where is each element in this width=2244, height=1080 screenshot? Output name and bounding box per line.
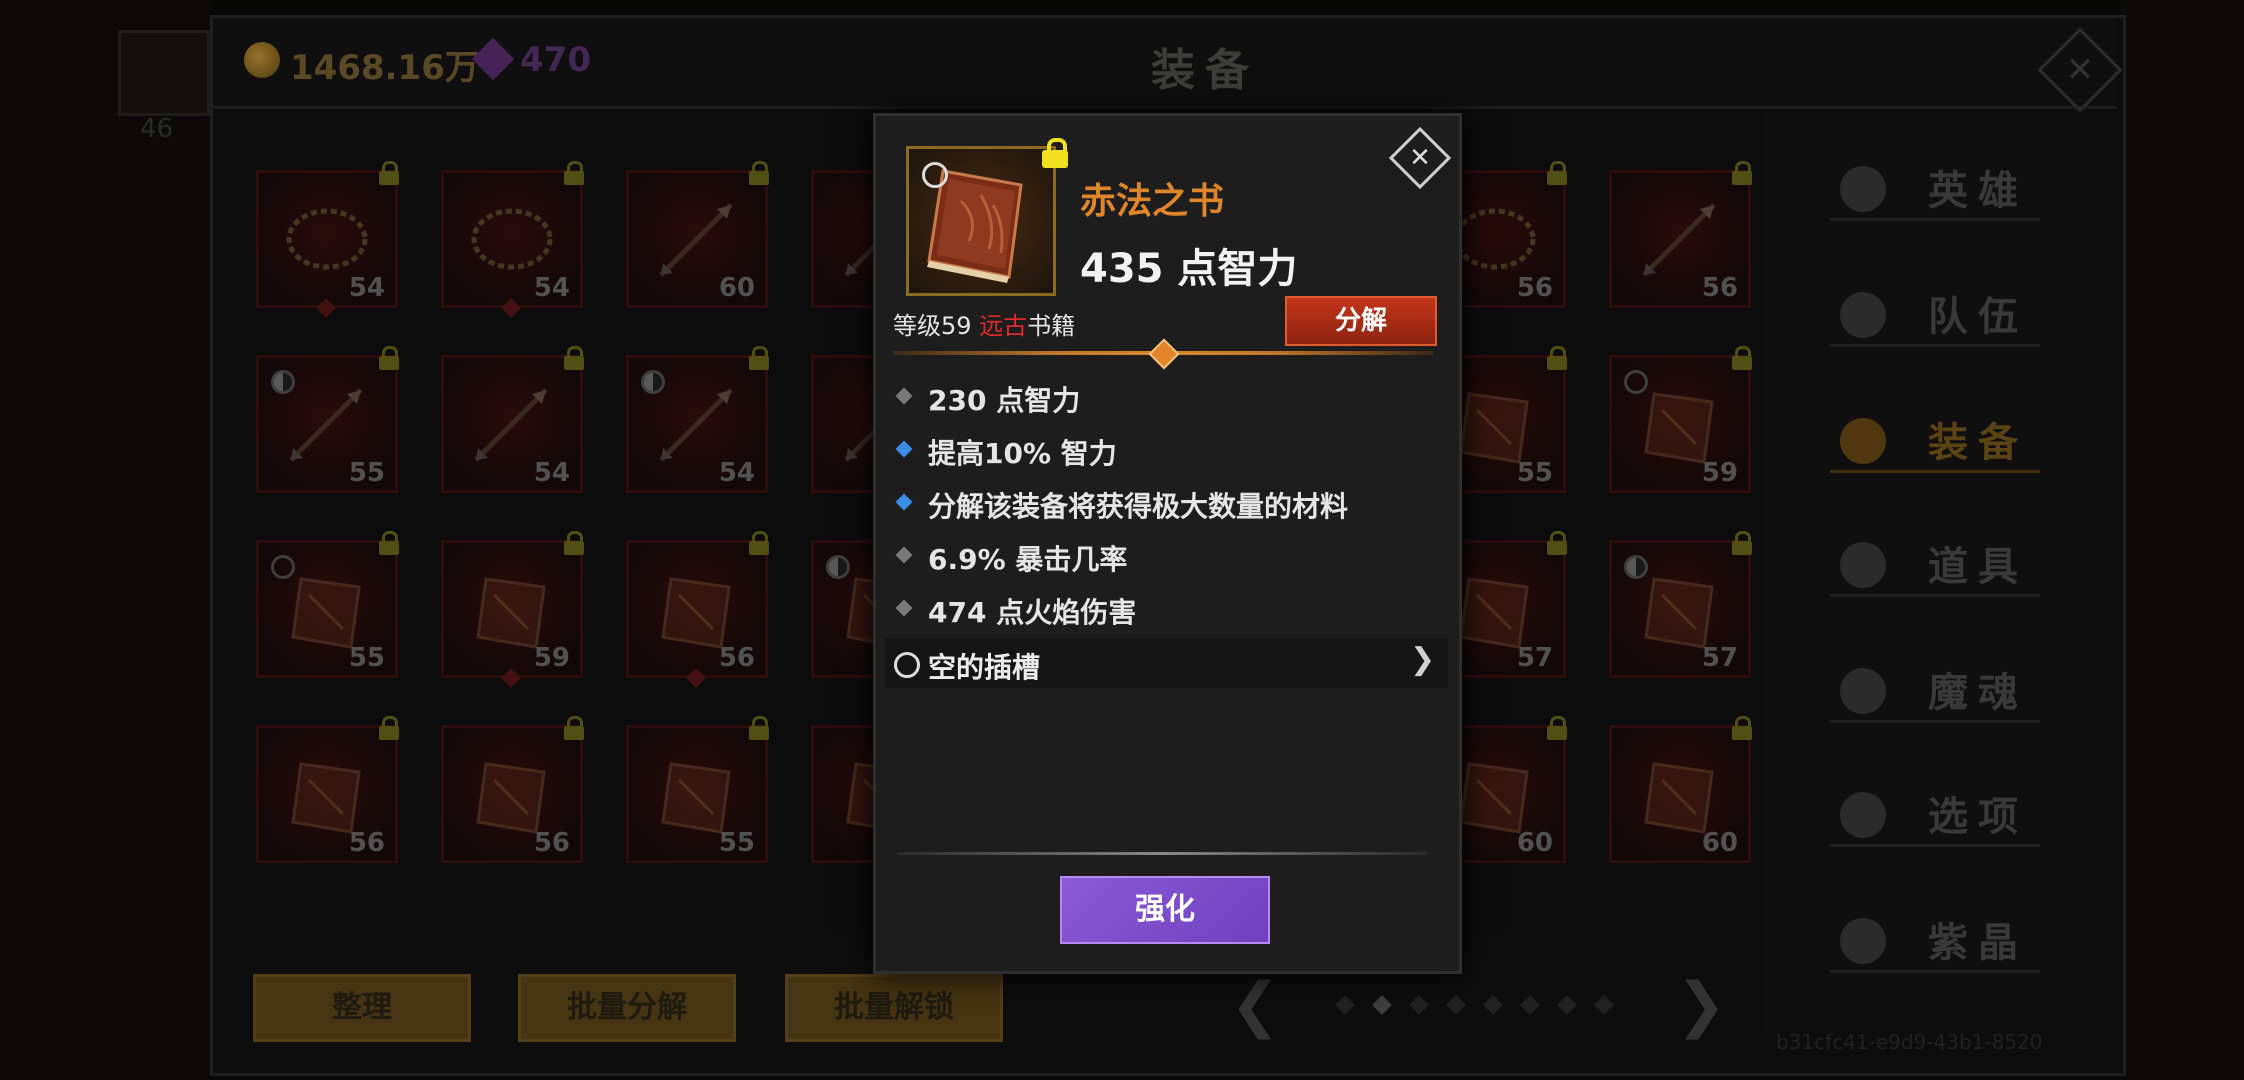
diamond-bullet-icon: [895, 493, 913, 511]
item-level-line: 等级59 远古书籍: [893, 306, 1075, 341]
item-attribute-text: 提高10% 智力: [928, 437, 1117, 470]
item-name: 赤法之书: [1080, 181, 1225, 222]
decompose-button[interactable]: 分解: [1285, 296, 1437, 346]
item-attribute: 提高10% 智力: [895, 426, 1446, 474]
empty-socket-icon: [894, 652, 920, 678]
item-rarity: 远古: [979, 312, 1028, 340]
socket-label: 空的插槽: [928, 651, 1041, 684]
item-attribute-text: 230 点智力: [928, 384, 1081, 417]
item-attribute: 6.9% 暴击几率: [895, 532, 1446, 580]
lock-icon[interactable]: [1042, 138, 1068, 168]
diamond-bullet-icon: [895, 440, 913, 458]
item-attribute-text: 分解该装备将获得极大数量的材料: [928, 490, 1349, 523]
chevron-right-icon: ❯: [1410, 642, 1436, 677]
diamond-bullet-icon: [895, 599, 913, 617]
divider: [897, 852, 1427, 855]
socket-circle-icon: [922, 162, 948, 188]
item-main-stat: 435 点智力: [1080, 246, 1298, 292]
item-attribute: 230 点智力: [895, 373, 1446, 421]
diamond-bullet-icon: [895, 387, 913, 405]
item-attribute-text: 6.9% 暴击几率: [928, 543, 1128, 576]
item-level: 等级59: [893, 312, 972, 340]
close-icon: ✕: [1409, 143, 1431, 173]
item-attribute: 474 点火焰伤害: [895, 585, 1446, 633]
item-category: 书籍: [1027, 312, 1076, 340]
diamond-bullet-icon: [895, 546, 913, 564]
item-attribute-text: 474 点火焰伤害: [928, 596, 1137, 629]
item-attribute: 分解该装备将获得极大数量的材料: [895, 479, 1446, 527]
enhance-button[interactable]: 强化: [1060, 876, 1270, 944]
